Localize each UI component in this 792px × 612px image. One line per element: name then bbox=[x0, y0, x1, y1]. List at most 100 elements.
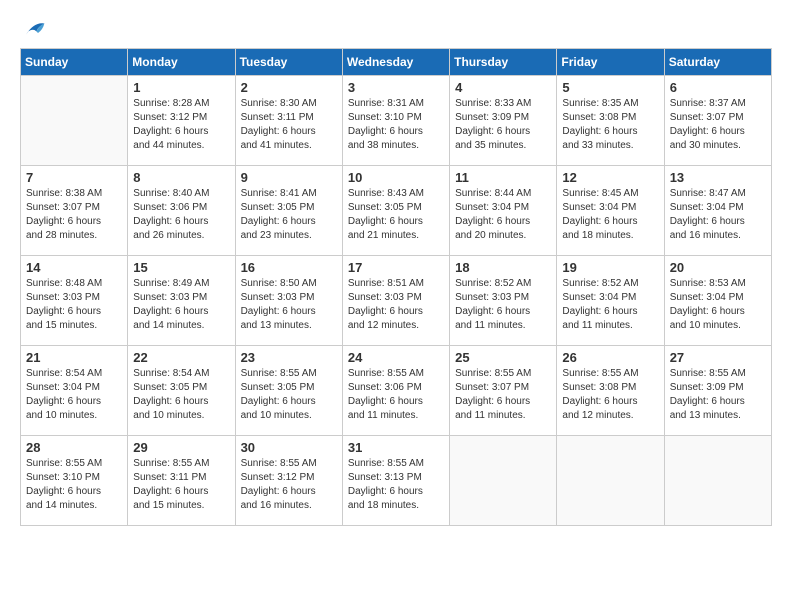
weekday-header: Sunday bbox=[21, 49, 128, 76]
day-number: 12 bbox=[562, 170, 658, 185]
calendar-week-row: 1Sunrise: 8:28 AM Sunset: 3:12 PM Daylig… bbox=[21, 76, 772, 166]
day-info: Sunrise: 8:55 AM Sunset: 3:11 PM Dayligh… bbox=[133, 457, 229, 513]
calendar-week-row: 14 Sunrise: 8:48 AM Sunset: 3:03 PM Dayli… bbox=[21, 256, 772, 346]
calendar-cell: 12 Sunrise: 8:45 AM Sunset: 3:04 PM Dayli… bbox=[557, 166, 664, 256]
day-number: 15 bbox=[133, 260, 229, 275]
calendar-cell: 15 Sunrise: 8:49 AM Sunset: 3:03 PM Dayli… bbox=[128, 256, 235, 346]
calendar-cell: 4Sunrise: 8:33 AM Sunset: 3:09 PM Daylig… bbox=[450, 76, 557, 166]
day-info: Sunrise: 8:47 AM Sunset: 3:04 PM Dayligh… bbox=[670, 187, 766, 243]
day-number: 25 bbox=[455, 350, 551, 365]
day-number: 31 bbox=[348, 440, 444, 455]
logo bbox=[20, 20, 46, 38]
day-info: Sunrise: 8:45 AM Sunset: 3:04 PM Dayligh… bbox=[562, 187, 658, 243]
day-number: 16 bbox=[241, 260, 337, 275]
day-number: 11 bbox=[455, 170, 551, 185]
day-info: Sunrise: 8:55 AM Sunset: 3:06 PM Dayligh… bbox=[348, 367, 444, 423]
calendar-cell: 5 Sunrise: 8:35 AM Sunset: 3:08 PM Daylig… bbox=[557, 76, 664, 166]
day-number: 21 bbox=[26, 350, 122, 365]
calendar-cell bbox=[21, 76, 128, 166]
day-info: Sunrise: 8:48 AM Sunset: 3:03 PM Dayligh… bbox=[26, 277, 122, 333]
weekday-header: Tuesday bbox=[235, 49, 342, 76]
day-info: Sunrise: 8:31 AM Sunset: 3:10 PM Dayligh… bbox=[348, 97, 444, 153]
weekday-header: Saturday bbox=[664, 49, 771, 76]
calendar-cell: 14 Sunrise: 8:48 AM Sunset: 3:03 PM Dayli… bbox=[21, 256, 128, 346]
weekday-header: Friday bbox=[557, 49, 664, 76]
calendar-cell: 20 Sunrise: 8:53 AM Sunset: 3:04 PM Dayli… bbox=[664, 256, 771, 346]
day-info: Sunrise: 8:40 AM Sunset: 3:06 PM Dayligh… bbox=[133, 187, 229, 243]
calendar-cell: 30 Sunrise: 8:55 AM Sunset: 3:12 PM Dayli… bbox=[235, 436, 342, 526]
calendar-cell: 9Sunrise: 8:41 AM Sunset: 3:05 PM Daylig… bbox=[235, 166, 342, 256]
calendar-cell: 17 Sunrise: 8:51 AM Sunset: 3:03 PM Dayli… bbox=[342, 256, 449, 346]
day-info: Sunrise: 8:53 AM Sunset: 3:04 PM Dayligh… bbox=[670, 277, 766, 333]
calendar-cell: 13 Sunrise: 8:47 AM Sunset: 3:04 PM Dayli… bbox=[664, 166, 771, 256]
calendar-cell: 26Sunrise: 8:55 AM Sunset: 3:08 PM Dayli… bbox=[557, 346, 664, 436]
calendar-cell: 6 Sunrise: 8:37 AM Sunset: 3:07 PM Daylig… bbox=[664, 76, 771, 166]
day-info: Sunrise: 8:52 AM Sunset: 3:04 PM Dayligh… bbox=[562, 277, 658, 333]
day-info: Sunrise: 8:50 AM Sunset: 3:03 PM Dayligh… bbox=[241, 277, 337, 333]
day-info: Sunrise: 8:52 AM Sunset: 3:03 PM Dayligh… bbox=[455, 277, 551, 333]
calendar-cell: 25 Sunrise: 8:55 AM Sunset: 3:07 PM Dayli… bbox=[450, 346, 557, 436]
calendar-cell: 21 Sunrise: 8:54 AM Sunset: 3:04 PM Dayli… bbox=[21, 346, 128, 436]
calendar-cell: 22Sunrise: 8:54 AM Sunset: 3:05 PM Dayli… bbox=[128, 346, 235, 436]
calendar-cell: 1Sunrise: 8:28 AM Sunset: 3:12 PM Daylig… bbox=[128, 76, 235, 166]
day-number: 20 bbox=[670, 260, 766, 275]
calendar-week-row: 28Sunrise: 8:55 AM Sunset: 3:10 PM Dayli… bbox=[21, 436, 772, 526]
calendar-cell: 31 Sunrise: 8:55 AM Sunset: 3:13 PM Dayli… bbox=[342, 436, 449, 526]
day-number: 29 bbox=[133, 440, 229, 455]
day-info: Sunrise: 8:55 AM Sunset: 3:10 PM Dayligh… bbox=[26, 457, 122, 513]
calendar-cell: 3 Sunrise: 8:31 AM Sunset: 3:10 PM Daylig… bbox=[342, 76, 449, 166]
calendar-cell: 8 Sunrise: 8:40 AM Sunset: 3:06 PM Daylig… bbox=[128, 166, 235, 256]
day-info: Sunrise: 8:28 AM Sunset: 3:12 PM Dayligh… bbox=[133, 97, 229, 153]
day-number: 2 bbox=[241, 80, 337, 95]
day-number: 23 bbox=[241, 350, 337, 365]
day-number: 13 bbox=[670, 170, 766, 185]
day-number: 8 bbox=[133, 170, 229, 185]
calendar-cell bbox=[664, 436, 771, 526]
logo-bird-icon bbox=[22, 20, 46, 38]
day-number: 24 bbox=[348, 350, 444, 365]
calendar-cell bbox=[450, 436, 557, 526]
calendar-cell: 2 Sunrise: 8:30 AM Sunset: 3:11 PM Daylig… bbox=[235, 76, 342, 166]
day-number: 27 bbox=[670, 350, 766, 365]
day-info: Sunrise: 8:55 AM Sunset: 3:13 PM Dayligh… bbox=[348, 457, 444, 513]
calendar-header-row: SundayMondayTuesdayWednesdayThursdayFrid… bbox=[21, 49, 772, 76]
day-info: Sunrise: 8:55 AM Sunset: 3:12 PM Dayligh… bbox=[241, 457, 337, 513]
day-number: 3 bbox=[348, 80, 444, 95]
day-number: 10 bbox=[348, 170, 444, 185]
day-info: Sunrise: 8:55 AM Sunset: 3:05 PM Dayligh… bbox=[241, 367, 337, 423]
calendar-cell: 19 Sunrise: 8:52 AM Sunset: 3:04 PM Dayli… bbox=[557, 256, 664, 346]
day-info: Sunrise: 8:55 AM Sunset: 3:09 PM Dayligh… bbox=[670, 367, 766, 423]
calendar-cell: 16 Sunrise: 8:50 AM Sunset: 3:03 PM Dayli… bbox=[235, 256, 342, 346]
day-info: Sunrise: 8:54 AM Sunset: 3:04 PM Dayligh… bbox=[26, 367, 122, 423]
weekday-header: Thursday bbox=[450, 49, 557, 76]
calendar-cell: 18 Sunrise: 8:52 AM Sunset: 3:03 PM Dayli… bbox=[450, 256, 557, 346]
day-info: Sunrise: 8:49 AM Sunset: 3:03 PM Dayligh… bbox=[133, 277, 229, 333]
calendar-cell: 11 Sunrise: 8:44 AM Sunset: 3:04 PM Dayli… bbox=[450, 166, 557, 256]
calendar-cell: 23 Sunrise: 8:55 AM Sunset: 3:05 PM Dayli… bbox=[235, 346, 342, 436]
calendar-cell: 7 Sunrise: 8:38 AM Sunset: 3:07 PM Daylig… bbox=[21, 166, 128, 256]
weekday-header: Monday bbox=[128, 49, 235, 76]
day-number: 4 bbox=[455, 80, 551, 95]
day-number: 6 bbox=[670, 80, 766, 95]
day-info: Sunrise: 8:55 AM Sunset: 3:08 PM Dayligh… bbox=[562, 367, 658, 423]
day-number: 7 bbox=[26, 170, 122, 185]
day-info: Sunrise: 8:55 AM Sunset: 3:07 PM Dayligh… bbox=[455, 367, 551, 423]
day-number: 18 bbox=[455, 260, 551, 275]
calendar-cell: 24 Sunrise: 8:55 AM Sunset: 3:06 PM Dayli… bbox=[342, 346, 449, 436]
day-info: Sunrise: 8:38 AM Sunset: 3:07 PM Dayligh… bbox=[26, 187, 122, 243]
day-info: Sunrise: 8:44 AM Sunset: 3:04 PM Dayligh… bbox=[455, 187, 551, 243]
day-info: Sunrise: 8:41 AM Sunset: 3:05 PM Dayligh… bbox=[241, 187, 337, 243]
calendar-table: SundayMondayTuesdayWednesdayThursdayFrid… bbox=[20, 48, 772, 526]
calendar-cell: 27 Sunrise: 8:55 AM Sunset: 3:09 PM Dayli… bbox=[664, 346, 771, 436]
page-header bbox=[20, 20, 772, 38]
calendar-cell: 28Sunrise: 8:55 AM Sunset: 3:10 PM Dayli… bbox=[21, 436, 128, 526]
day-info: Sunrise: 8:35 AM Sunset: 3:08 PM Dayligh… bbox=[562, 97, 658, 153]
day-number: 17 bbox=[348, 260, 444, 275]
day-info: Sunrise: 8:37 AM Sunset: 3:07 PM Dayligh… bbox=[670, 97, 766, 153]
day-info: Sunrise: 8:30 AM Sunset: 3:11 PM Dayligh… bbox=[241, 97, 337, 153]
day-number: 19 bbox=[562, 260, 658, 275]
day-number: 14 bbox=[26, 260, 122, 275]
day-info: Sunrise: 8:51 AM Sunset: 3:03 PM Dayligh… bbox=[348, 277, 444, 333]
day-number: 5 bbox=[562, 80, 658, 95]
day-number: 30 bbox=[241, 440, 337, 455]
